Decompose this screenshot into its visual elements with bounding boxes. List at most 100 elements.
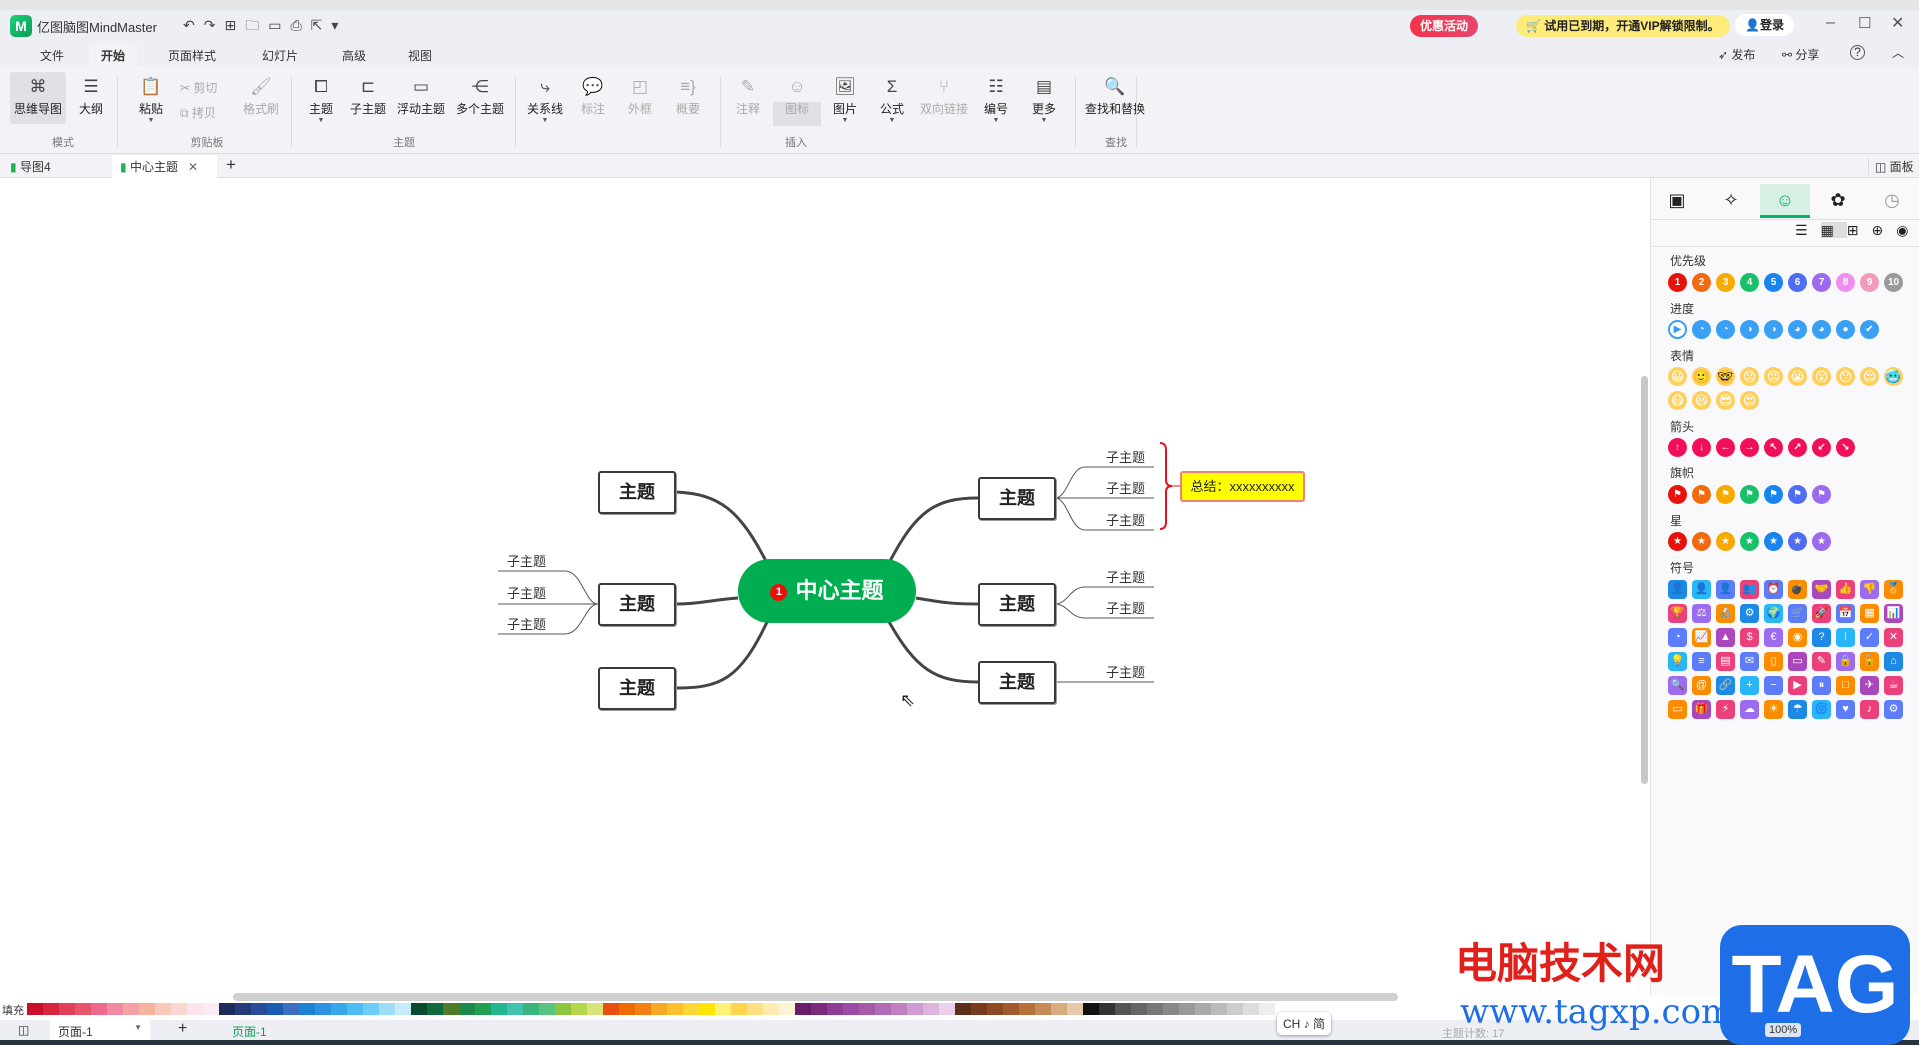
progress-icon[interactable]: ◑ xyxy=(1764,320,1783,339)
color-swatch[interactable] xyxy=(715,1003,731,1015)
color-swatch[interactable] xyxy=(427,1003,443,1015)
symbol-icon[interactable]: ≡ xyxy=(1692,652,1711,671)
symbol-icon[interactable]: 👥 xyxy=(1740,580,1759,599)
symbol-icon[interactable]: ◉ xyxy=(1788,628,1807,647)
arrow-icon[interactable]: ↙ xyxy=(1812,438,1831,457)
priority-2-icon[interactable]: 2 xyxy=(1692,273,1711,292)
color-swatch[interactable] xyxy=(491,1003,507,1015)
symbol-icon[interactable]: ⚖ xyxy=(1692,604,1711,623)
color-swatch[interactable] xyxy=(843,1003,859,1015)
symbol-icon[interactable]: ☂ xyxy=(1788,700,1807,719)
main-topic[interactable]: 主题 xyxy=(978,583,1056,626)
symbol-icon[interactable]: − xyxy=(1764,676,1783,695)
symbol-icon[interactable]: ✓ xyxy=(1860,628,1879,647)
color-swatch[interactable] xyxy=(523,1003,539,1015)
progress-icon[interactable]: ✔ xyxy=(1860,320,1879,339)
subtopic[interactable]: 子主题 xyxy=(1106,598,1145,617)
emotion-icon[interactable]: 😯 xyxy=(1836,367,1855,386)
priority-9-icon[interactable]: 9 xyxy=(1860,273,1879,292)
panel-tab-history[interactable]: ◷ xyxy=(1867,184,1917,218)
main-topic[interactable]: 主题 xyxy=(978,477,1056,520)
color-swatch[interactable] xyxy=(1115,1003,1131,1015)
color-swatch[interactable] xyxy=(923,1003,939,1015)
symbol-icon[interactable]: 📊 xyxy=(1884,604,1903,623)
color-swatch[interactable] xyxy=(107,1003,123,1015)
color-swatch[interactable] xyxy=(219,1003,235,1015)
symbol-icon[interactable]: 🎁 xyxy=(1692,700,1711,719)
symbol-icon[interactable]: 📅 xyxy=(1836,604,1855,623)
color-swatch[interactable] xyxy=(1147,1003,1163,1015)
star-icon[interactable]: ★ xyxy=(1716,532,1735,551)
color-swatch[interactable] xyxy=(779,1003,795,1015)
symbol-icon[interactable]: ▯ xyxy=(1764,652,1783,671)
arrow-icon[interactable]: ↖ xyxy=(1764,438,1783,457)
subtopic[interactable]: 子主题 xyxy=(507,551,546,570)
color-swatch[interactable] xyxy=(955,1003,971,1015)
star-icon[interactable]: ★ xyxy=(1692,532,1711,551)
eye-icon[interactable]: ◉ xyxy=(1896,222,1919,238)
symbol-icon[interactable]: ▭ xyxy=(1788,652,1807,671)
arrow-icon[interactable]: ↓ xyxy=(1692,438,1711,457)
symbol-icon[interactable]: 💣 xyxy=(1788,580,1807,599)
color-swatch[interactable] xyxy=(347,1003,363,1015)
arrow-icon[interactable]: ↗ xyxy=(1788,438,1807,457)
color-swatch[interactable] xyxy=(1035,1003,1051,1015)
symbol-icon[interactable]: 🌍 xyxy=(1764,604,1783,623)
color-swatch[interactable] xyxy=(59,1003,75,1015)
close-window-button[interactable]: ✕ xyxy=(1891,13,1904,33)
zoom-level[interactable]: 100% xyxy=(1765,1023,1802,1037)
color-swatch[interactable] xyxy=(507,1003,523,1015)
emotion-icon[interactable]: 🤓 xyxy=(1716,367,1735,386)
symbol-icon[interactable]: 🔗 xyxy=(1716,676,1735,695)
color-swatch[interactable] xyxy=(1131,1003,1147,1015)
star-icon[interactable]: ★ xyxy=(1668,532,1687,551)
emotion-icon[interactable]: 🥶 xyxy=(1884,367,1903,386)
color-swatch[interactable] xyxy=(1259,1003,1275,1015)
symbol-icon[interactable]: 📈 xyxy=(1692,628,1711,647)
share-button[interactable]: ⚯ 分享 xyxy=(1782,46,1819,63)
star-icon[interactable]: ★ xyxy=(1764,532,1783,551)
emotion-icon[interactable]: 🙂 xyxy=(1692,367,1711,386)
collapse-ribbon-icon[interactable]: ︿ xyxy=(1892,44,1904,61)
emotion-icon[interactable]: 😆 xyxy=(1692,391,1711,410)
symbol-icon[interactable]: ⚡ xyxy=(1716,700,1735,719)
symbol-icon[interactable]: ♥ xyxy=(1836,700,1855,719)
progress-icon[interactable]: ◕ xyxy=(1788,320,1807,339)
arrow-icon[interactable]: ← xyxy=(1716,438,1735,457)
panel-tab-clipart[interactable]: ✿ xyxy=(1813,184,1863,218)
maximize-button[interactable]: ☐ xyxy=(1858,14,1871,32)
color-swatch[interactable] xyxy=(1019,1003,1035,1015)
symbol-icon[interactable]: □ xyxy=(1836,676,1855,695)
flag-icon[interactable]: ⚑ xyxy=(1764,485,1783,504)
symbol-icon[interactable]: € xyxy=(1764,628,1783,647)
symbol-icon[interactable]: 🌀 xyxy=(1812,700,1831,719)
color-swatch[interactable] xyxy=(555,1003,571,1015)
panel-toggle-button[interactable]: ◫ 面板 xyxy=(1868,158,1914,175)
symbol-icon[interactable]: 🤝 xyxy=(1812,580,1831,599)
color-swatch[interactable] xyxy=(571,1003,587,1015)
color-swatch[interactable] xyxy=(939,1003,955,1015)
main-topic[interactable]: 主题 xyxy=(598,471,676,514)
add-custom-icon[interactable]: ⊕ xyxy=(1872,222,1897,238)
color-swatch[interactable] xyxy=(1179,1003,1195,1015)
flag-icon[interactable]: ⚑ xyxy=(1716,485,1735,504)
page-view-icon[interactable]: ◫ xyxy=(18,1023,29,1037)
arrow-icon[interactable]: ↘ xyxy=(1836,438,1855,457)
list-view-icon[interactable]: ☰ xyxy=(1795,222,1821,238)
symbol-icon[interactable]: ▤ xyxy=(1716,652,1735,671)
priority-10-icon[interactable]: 10 xyxy=(1884,273,1903,292)
color-swatch[interactable] xyxy=(907,1003,923,1015)
symbol-icon[interactable]: 👎 xyxy=(1860,580,1879,599)
star-icon[interactable]: ★ xyxy=(1788,532,1807,551)
symbol-icon[interactable]: ☁ xyxy=(1740,700,1759,719)
priority-4-icon[interactable]: 4 xyxy=(1740,273,1759,292)
progress-icon[interactable]: ◔ xyxy=(1716,320,1735,339)
symbol-icon[interactable]: 👤 xyxy=(1716,580,1735,599)
star-icon[interactable]: ★ xyxy=(1740,532,1759,551)
progress-icon[interactable]: ◕ xyxy=(1812,320,1831,339)
symbol-icon[interactable]: ⏰ xyxy=(1764,580,1783,599)
priority-5-icon[interactable]: 5 xyxy=(1764,273,1783,292)
color-swatch[interactable] xyxy=(651,1003,667,1015)
color-swatch[interactable] xyxy=(443,1003,459,1015)
symbol-icon[interactable]: 💡 xyxy=(1668,652,1687,671)
